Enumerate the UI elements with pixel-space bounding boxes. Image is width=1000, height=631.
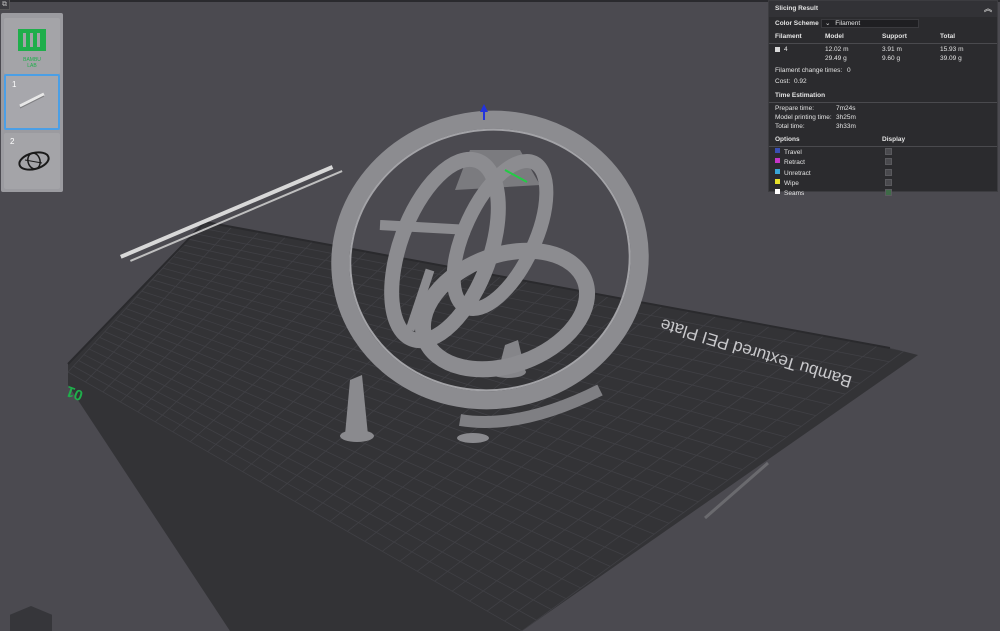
option-row-unretract: Unretract [769,168,997,179]
slicing-result-header: Slicing Result ︽ [769,1,997,17]
option-label: Unretract [784,169,811,177]
col-header-filament: Filament [775,33,802,40]
plate-thumbnail-2[interactable]: 2 [4,133,60,189]
filament-swatch [775,47,780,52]
col-header-support: Support [882,33,907,40]
plate-list-panel: BAMBU LAB 1 2 [1,13,63,192]
options-header: Options [775,136,800,143]
display-checkbox[interactable] [885,189,892,197]
model-printing-time-value: 3h25m [836,114,856,121]
prepare-time-label: Prepare time: [775,105,815,112]
display-header: Display [882,136,906,143]
cost-label: Cost: [775,78,791,85]
prepare-time-value: 7m24s [836,105,856,112]
display-checkbox[interactable] [885,148,892,155]
filament-change-value: 0 [847,67,851,74]
model-length: 12.02 m [825,46,849,53]
option-row-retract: Retract [769,158,997,168]
support-length: 3.91 m [882,46,902,53]
color-scheme-label: Color Scheme [775,20,819,27]
plate-number: 2 [10,137,15,146]
col-header-model: Model [825,33,844,40]
option-color-swatch [775,168,780,174]
display-checkbox[interactable] [885,178,892,186]
display-checkbox[interactable] [885,158,892,166]
option-label: Retract [784,159,805,167]
total-weight: 39.09 g [940,55,962,62]
logo-label: LAB [27,63,37,69]
option-color-swatch [775,189,780,195]
color-scheme-value: Filament [835,20,861,27]
option-color-swatch [775,148,780,153]
window-icon[interactable]: ⧉ [0,0,10,10]
option-label: Seams [784,190,805,198]
plate-logo-thumbnail[interactable]: BAMBU LAB [4,18,60,74]
model-printing-time-label: Model printing time: [775,114,832,121]
bambu-logo-icon: BAMBU LAB [18,29,46,69]
option-label: Travel [784,149,802,156]
plate-thumbnail-1[interactable]: 1 [4,74,60,130]
option-row-travel: Travel [769,148,997,158]
slicing-result-panel: Slicing Result ︽ Color Scheme ⌄ Filament… [768,0,998,197]
option-row-wipe: Wipe [769,178,997,189]
options-list: Travel Retract Unretract Wipe Seams [769,148,997,199]
total-time-value: 3h33m [836,123,856,130]
display-checkbox[interactable] [885,168,892,176]
slicing-result-title: Slicing Result [775,5,818,12]
cost-value: 0.92 [794,78,807,85]
filament-id: 4 [784,46,788,53]
option-row-seams: Seams [769,189,997,199]
total-time-label: Total time: [775,123,805,130]
filament-change-label: Filament change times: [775,67,843,74]
collapse-icon[interactable]: ︽ [984,1,992,17]
option-color-swatch [775,158,780,164]
chevron-down-icon: ⌄ [825,20,831,27]
model-weight: 29.49 g [825,55,847,62]
plate-number: 1 [12,80,17,89]
option-label: Wipe [784,179,799,187]
color-scheme-select[interactable]: ⌄ Filament [821,19,919,28]
total-length: 15.93 m [940,46,964,53]
option-color-swatch [775,178,780,184]
support-weight: 9.60 g [882,55,901,62]
time-estimation-title: Time Estimation [775,92,826,99]
col-header-total: Total [940,33,956,40]
